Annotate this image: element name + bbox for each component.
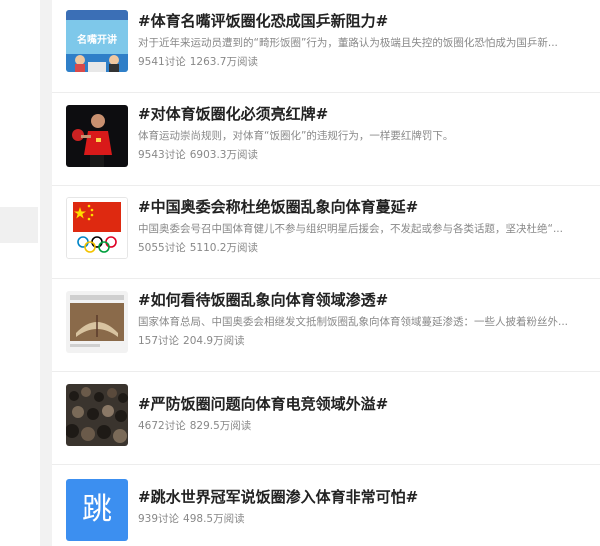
read-count: 829.5万阅读 — [189, 420, 252, 432]
topic-item[interactable]: #对体育饭圈化必须亮红牌# 体育运动崇尚规则，对体育“饭圈化”的违规行为，一样要… — [52, 93, 600, 186]
topic-description: 国家体育总局、中国奥委会相继发文抵制饭圈乱象向体育领域蔓延渗透：一些人披着粉丝外… — [138, 316, 568, 328]
thumb-character: 跳 — [82, 492, 112, 527]
discussion-count: 157讨论 — [138, 335, 180, 347]
discussion-count: 9543讨论 — [138, 149, 186, 161]
topic-title[interactable]: #跳水世界冠军说饭圈渗入体育非常可怕# — [138, 487, 588, 507]
topic-title[interactable]: #体育名嘴评饭圈化恐成国乒新阻力# — [138, 11, 588, 31]
left-navigation-rail — [0, 0, 40, 546]
crowd-thumbnail[interactable] — [66, 384, 128, 446]
topic-list: 名嘴开讲 #体育名嘴评饭圈化恐成国乒新阻力# 对于近年来运动员遭到的“畸形饭圈”… — [52, 0, 600, 546]
topic-stats: 939讨论 498.5万阅读 — [138, 512, 245, 526]
topic-title[interactable]: #中国奥委会称杜绝饭圈乱象向体育蔓延# — [138, 197, 588, 217]
topic-item[interactable]: #严防饭圈问题向体育电竞领域外溢# 4672讨论 829.5万阅读 — [52, 372, 600, 465]
topic-description: 对于近年来运动员遭到的“畸形饭圈”行为，董路认为极端且失控的饭圈化恐怕成为国乒新… — [138, 37, 558, 49]
topic-item[interactable]: #中国奥委会称杜绝饭圈乱象向体育蔓延# 中国奥委会号召中国体育健儿不参与组织明星… — [52, 186, 600, 279]
studio-show-thumbnail[interactable]: 名嘴开讲 — [66, 10, 128, 72]
flag-and-olympic-rings-thumbnail[interactable] — [66, 197, 128, 259]
topic-title[interactable]: #如何看待饭圈乱象向体育领域渗透# — [138, 290, 588, 310]
topic-stats: 4672讨论 829.5万阅读 — [138, 419, 251, 433]
read-count: 5110.2万阅读 — [189, 242, 258, 254]
topic-item[interactable]: 名嘴开讲 #体育名嘴评饭圈化恐成国乒新阻力# 对于近年来运动员遭到的“畸形饭圈”… — [52, 0, 600, 93]
read-count: 6903.3万阅读 — [189, 149, 258, 161]
topic-title[interactable]: #对体育饭圈化必须亮红牌# — [138, 104, 588, 124]
left-rail-selected-item[interactable] — [0, 207, 38, 243]
discussion-count: 5055讨论 — [138, 242, 186, 254]
topic-stats: 9543讨论 6903.3万阅读 — [138, 148, 258, 162]
discussion-count: 4672讨论 — [138, 420, 186, 432]
read-count: 1263.7万阅读 — [189, 56, 258, 68]
discussion-count: 939讨论 — [138, 513, 180, 525]
topic-stats: 5055讨论 5110.2万阅读 — [138, 241, 258, 255]
topic-stats: 157讨论 204.9万阅读 — [138, 334, 245, 348]
topic-description: 体育运动崇尚规则，对体育“饭圈化”的违规行为，一样要红牌罚下。 — [138, 130, 454, 142]
read-count: 204.9万阅读 — [183, 335, 245, 347]
read-count: 498.5万阅读 — [183, 513, 245, 525]
discussion-count: 9541讨论 — [138, 56, 186, 68]
tiao-character-thumbnail[interactable]: 跳 — [66, 479, 128, 541]
book-thumbnail[interactable] — [66, 291, 128, 353]
topic-item[interactable]: 跳 #跳水世界冠军说饭圈渗入体育非常可怕# 939讨论 498.5万阅读 — [52, 465, 600, 546]
thumb-caption: 名嘴开讲 — [77, 33, 117, 46]
topic-stats: 9541讨论 1263.7万阅读 — [138, 55, 258, 69]
topic-title[interactable]: #严防饭圈问题向体育电竞领域外溢# — [138, 394, 588, 414]
topic-description: 中国奥委会号召中国体育健儿不参与组织明星后援会，不发起或参与各类话题，坚决杜绝“… — [138, 223, 563, 235]
topic-item[interactable]: #如何看待饭圈乱象向体育领域渗透# 国家体育总局、中国奥委会相继发文抵制饭圈乱象… — [52, 279, 600, 372]
table-tennis-player-thumbnail[interactable] — [66, 105, 128, 167]
